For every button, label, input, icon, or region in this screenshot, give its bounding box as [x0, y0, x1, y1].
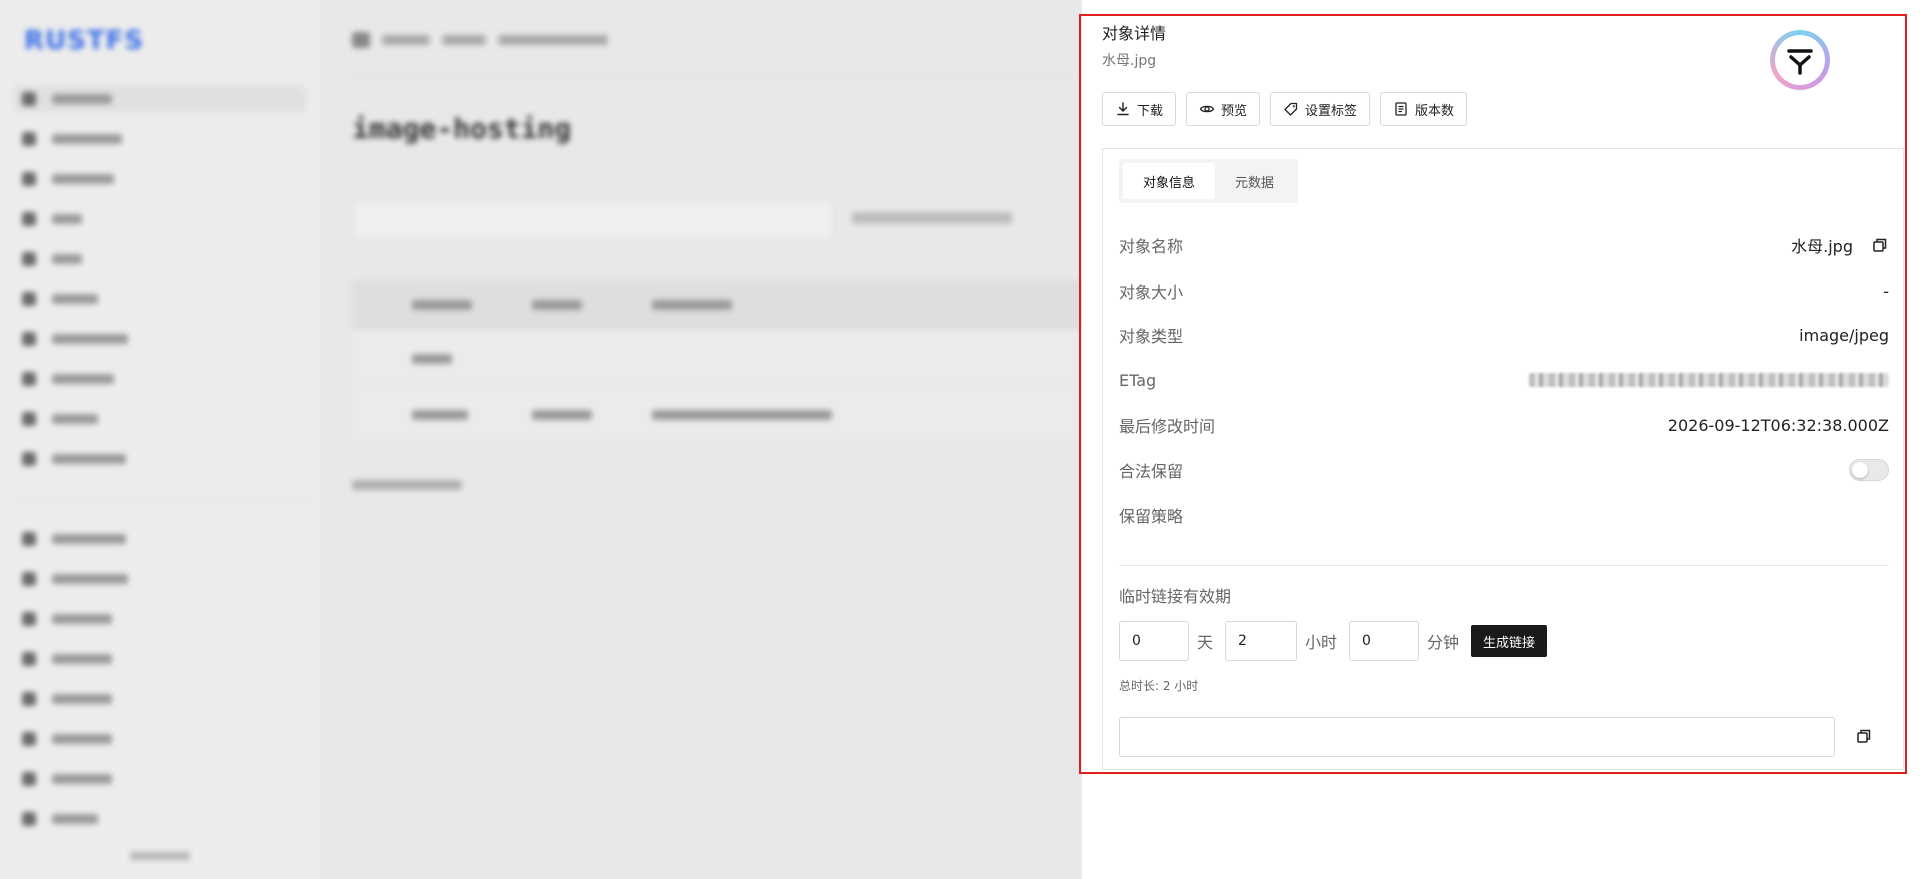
sidebar-item[interactable]	[22, 246, 82, 272]
sidebar-item[interactable]	[22, 646, 112, 672]
sidebar-item[interactable]	[22, 366, 114, 392]
copy-link-icon[interactable]	[1855, 727, 1873, 745]
set-tags-button[interactable]: 设置标签	[1270, 92, 1371, 126]
last-modified-label: 最后修改时间	[1119, 417, 1216, 436]
minutes-unit: 分钟	[1427, 633, 1460, 652]
days-input[interactable]	[1119, 621, 1189, 661]
hours-input[interactable]	[1225, 621, 1298, 661]
versions-button[interactable]: 版本数	[1380, 92, 1468, 126]
object-name-value: 水母.jpg	[1791, 237, 1853, 256]
preview-label: 预览	[1221, 103, 1248, 119]
generate-link-button[interactable]: 生成链接	[1471, 625, 1548, 657]
set-tags-label: 设置标签	[1305, 103, 1358, 119]
sidebar-item[interactable]	[22, 766, 112, 792]
etag-value-redacted	[1529, 373, 1889, 387]
days-unit: 天	[1197, 633, 1214, 652]
versions-label: 版本数	[1415, 103, 1455, 119]
sidebar-item[interactable]	[22, 526, 126, 552]
sidebar-item[interactable]	[22, 326, 128, 352]
hours-unit: 小时	[1305, 633, 1338, 652]
object-size-label: 对象大小	[1119, 283, 1184, 302]
detail-tabs: 对象信息 元数据	[1119, 159, 1299, 203]
field-object-size: 对象大小 -	[1119, 279, 1889, 303]
download-button[interactable]: 下载	[1102, 92, 1177, 126]
etag-label: ETag	[1119, 370, 1157, 390]
sidebar-item[interactable]	[22, 206, 82, 232]
filter-toggle[interactable]	[852, 212, 1012, 224]
minutes-input[interactable]	[1349, 621, 1420, 661]
tab-metadata[interactable]: 元数据	[1215, 163, 1294, 199]
sidebar-footer	[130, 852, 190, 860]
breadcrumb	[352, 32, 608, 48]
total-duration: 总时长: 2 小时	[1119, 679, 1199, 693]
table-footer	[352, 480, 462, 490]
section-divider	[1119, 565, 1889, 566]
tag-icon	[1284, 102, 1298, 116]
brand-logo-icon	[1787, 49, 1813, 75]
legal-hold-label: 合法保留	[1119, 462, 1184, 481]
field-legal-hold: 合法保留	[1119, 458, 1889, 482]
drawer-toolbar: 下载 预览 设置标签 版本数	[1102, 92, 1468, 126]
sidebar-item[interactable]	[22, 406, 98, 432]
download-label: 下载	[1137, 103, 1164, 119]
brand-logo	[1770, 30, 1830, 90]
retention-label: 保留策略	[1119, 507, 1184, 526]
expiry-controls: 天 小时 分钟 生成链接	[1119, 621, 1548, 661]
sidebar-item[interactable]	[22, 286, 98, 312]
expiry-label: 临时链接有效期	[1119, 587, 1232, 606]
background-app: RUSTFS image-hosting	[0, 0, 1112, 879]
field-object-name: 对象名称 水母.jpg	[1119, 233, 1889, 257]
field-etag: ETag	[1119, 368, 1889, 392]
table-row[interactable]	[352, 330, 1112, 387]
sidebar-item[interactable]	[22, 566, 128, 592]
last-modified-value: 2026-09-12T06:32:38.000Z	[1667, 415, 1889, 435]
object-type-value: image/jpeg	[1799, 325, 1889, 345]
drawer-title: 对象详情	[1102, 24, 1167, 43]
detail-panel: 对象信息 元数据 对象名称 水母.jpg 对象大小 - 对象类型 image/j…	[1102, 148, 1904, 770]
sidebar-item[interactable]	[22, 806, 98, 832]
page-title: image-hosting	[352, 112, 572, 145]
generated-link-field[interactable]	[1119, 717, 1835, 757]
object-detail-drawer: 对象详情 水母.jpg 下载 预览 设置标签 版本数 对象信息 元数据 对象名称…	[1079, 0, 1920, 879]
download-icon	[1117, 102, 1129, 116]
objects-table	[352, 280, 1112, 444]
object-type-label: 对象类型	[1119, 327, 1184, 346]
object-size-value: -	[1883, 281, 1889, 301]
tab-object-info[interactable]: 对象信息	[1123, 163, 1216, 199]
header-divider	[352, 78, 1092, 79]
eye-icon	[1199, 105, 1215, 113]
sidebar-item[interactable]	[22, 726, 112, 752]
field-retention: 保留策略	[1119, 503, 1889, 527]
document-icon	[1395, 102, 1407, 116]
sidebar-item[interactable]	[22, 166, 114, 192]
sidebar-item[interactable]	[22, 446, 126, 472]
sidebar-divider	[14, 498, 314, 499]
preview-button[interactable]: 预览	[1186, 92, 1261, 126]
copy-icon[interactable]	[1871, 236, 1889, 254]
main-content: image-hosting	[322, 0, 1112, 879]
drawer-subtitle: 水母.jpg	[1102, 53, 1157, 69]
object-name-label: 对象名称	[1119, 237, 1184, 256]
legal-hold-toggle[interactable]	[1849, 459, 1889, 481]
sidebar-item[interactable]	[22, 606, 112, 632]
app-logo: RUSTFS	[24, 26, 145, 56]
sidebar-item[interactable]	[22, 126, 122, 152]
sidebar-item[interactable]	[22, 686, 112, 712]
sidebar: RUSTFS	[0, 0, 323, 879]
field-object-type: 对象类型 image/jpeg	[1119, 323, 1889, 347]
field-last-modified: 最后修改时间 2026-09-12T06:32:38.000Z	[1119, 413, 1889, 437]
search-input[interactable]	[352, 200, 834, 240]
sidebar-item[interactable]	[14, 86, 306, 112]
